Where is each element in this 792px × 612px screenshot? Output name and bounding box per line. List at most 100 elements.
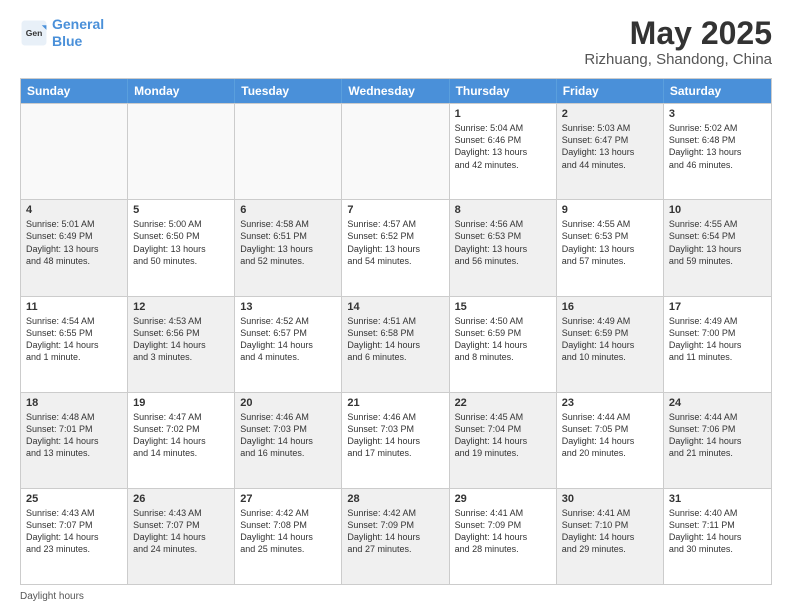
calendar-cell: 13Sunrise: 4:52 AM Sunset: 6:57 PM Dayli… <box>235 297 342 392</box>
calendar-week-2: 11 Sunrise: 4:54 AM Sunset: 6:55 PM Dayli… <box>21 296 771 392</box>
day-number: 16 <box>562 301 658 313</box>
cell-text: Sunrise: 4:46 AM Sunset: 7:03 PM Dayligh… <box>240 411 336 460</box>
day-number: 4 <box>26 204 122 216</box>
title-block: May 2025 Rizhuang, Shandong, China <box>584 16 772 68</box>
logo-line1: General <box>52 16 104 32</box>
calendar-cell: 28 Sunrise: 4:42 AM Sunset: 7:09 PM Dayli… <box>342 489 449 584</box>
calendar-cell: 23Sunrise: 4:44 AM Sunset: 7:05 PM Dayli… <box>557 393 664 488</box>
svg-text:Gen: Gen <box>26 28 43 38</box>
day-number: 15 <box>455 301 551 313</box>
calendar-header-cell-sunday: Sunday <box>21 79 128 103</box>
calendar-cell: 12 Sunrise: 4:53 AM Sunset: 6:56 PM Dayli… <box>128 297 235 392</box>
subtitle: Rizhuang, Shandong, China <box>584 51 772 68</box>
calendar: SundayMondayTuesdayWednesdayThursdayFrid… <box>20 78 772 585</box>
header: Gen General Blue May 2025 Rizhuang, Shan… <box>20 16 772 68</box>
calendar-cell: 29 Sunrise: 4:41 AM Sunset: 7:09 PM Dayli… <box>450 489 557 584</box>
day-number: 27 <box>240 493 336 505</box>
calendar-cell: 9Sunrise: 4:55 AM Sunset: 6:53 PM Daylig… <box>557 200 664 295</box>
day-number: 11 <box>26 301 122 313</box>
day-number: 6 <box>240 204 336 216</box>
cell-text: Sunrise: 4:45 AM Sunset: 7:04 PM Dayligh… <box>455 411 551 460</box>
calendar-cell: 27 Sunrise: 4:42 AM Sunset: 7:08 PM Dayli… <box>235 489 342 584</box>
calendar-body: 1 Sunrise: 5:04 AM Sunset: 6:46 PM Daylig… <box>21 103 771 584</box>
calendar-week-0: 1 Sunrise: 5:04 AM Sunset: 6:46 PM Daylig… <box>21 103 771 199</box>
footer: Daylight hours <box>20 591 772 602</box>
calendar-week-1: 4 Sunrise: 5:01 AM Sunset: 6:49 PM Daylig… <box>21 199 771 295</box>
cell-text: Sunrise: 5:04 AM Sunset: 6:46 PM Dayligh… <box>455 122 551 171</box>
calendar-cell: 3Sunrise: 5:02 AM Sunset: 6:48 PM Daylig… <box>664 104 771 199</box>
calendar-cell: 17Sunrise: 4:49 AM Sunset: 7:00 PM Dayli… <box>664 297 771 392</box>
day-number: 28 <box>347 493 443 505</box>
calendar-header-cell-thursday: Thursday <box>450 79 557 103</box>
calendar-cell: 10Sunrise: 4:55 AM Sunset: 6:54 PM Dayli… <box>664 200 771 295</box>
cell-text: Sunrise: 4:54 AM Sunset: 6:55 PM Dayligh… <box>26 315 122 364</box>
day-number: 18 <box>26 397 122 409</box>
cell-text: Sunrise: 4:52 AM Sunset: 6:57 PM Dayligh… <box>240 315 336 364</box>
cell-text: Sunrise: 4:55 AM Sunset: 6:54 PM Dayligh… <box>669 218 766 267</box>
calendar-cell: 8Sunrise: 4:56 AM Sunset: 6:53 PM Daylig… <box>450 200 557 295</box>
cell-text: Sunrise: 4:43 AM Sunset: 7:07 PM Dayligh… <box>133 507 229 556</box>
cell-text: Sunrise: 4:42 AM Sunset: 7:09 PM Dayligh… <box>347 507 443 556</box>
cell-text: Sunrise: 4:58 AM Sunset: 6:51 PM Dayligh… <box>240 218 336 267</box>
cell-text: Sunrise: 4:46 AM Sunset: 7:03 PM Dayligh… <box>347 411 443 460</box>
main-title: May 2025 <box>584 16 772 51</box>
day-number: 5 <box>133 204 229 216</box>
cell-text: Sunrise: 4:44 AM Sunset: 7:06 PM Dayligh… <box>669 411 766 460</box>
calendar-cell: 15 Sunrise: 4:50 AM Sunset: 6:59 PM Dayli… <box>450 297 557 392</box>
day-number: 26 <box>133 493 229 505</box>
cell-text: Sunrise: 5:00 AM Sunset: 6:50 PM Dayligh… <box>133 218 229 267</box>
calendar-cell: 22 Sunrise: 4:45 AM Sunset: 7:04 PM Dayli… <box>450 393 557 488</box>
calendar-cell <box>342 104 449 199</box>
day-number: 24 <box>669 397 766 409</box>
day-number: 21 <box>347 397 443 409</box>
calendar-cell: 19Sunrise: 4:47 AM Sunset: 7:02 PM Dayli… <box>128 393 235 488</box>
day-number: 8 <box>455 204 551 216</box>
cell-text: Sunrise: 4:55 AM Sunset: 6:53 PM Dayligh… <box>562 218 658 267</box>
cell-text: Sunrise: 4:51 AM Sunset: 6:58 PM Dayligh… <box>347 315 443 364</box>
cell-text: Sunrise: 4:47 AM Sunset: 7:02 PM Dayligh… <box>133 411 229 460</box>
calendar-cell: 26 Sunrise: 4:43 AM Sunset: 7:07 PM Dayli… <box>128 489 235 584</box>
day-number: 3 <box>669 108 766 120</box>
calendar-cell: 30 Sunrise: 4:41 AM Sunset: 7:10 PM Dayli… <box>557 489 664 584</box>
calendar-header-cell-saturday: Saturday <box>664 79 771 103</box>
day-number: 14 <box>347 301 443 313</box>
cell-text: Sunrise: 4:42 AM Sunset: 7:08 PM Dayligh… <box>240 507 336 556</box>
logo: Gen General Blue <box>20 16 104 50</box>
cell-text: Sunrise: 4:41 AM Sunset: 7:10 PM Dayligh… <box>562 507 658 556</box>
calendar-cell: 18 Sunrise: 4:48 AM Sunset: 7:01 PM Dayli… <box>21 393 128 488</box>
cell-text: Sunrise: 4:50 AM Sunset: 6:59 PM Dayligh… <box>455 315 551 364</box>
calendar-cell: 5 Sunrise: 5:00 AM Sunset: 6:50 PM Daylig… <box>128 200 235 295</box>
cell-text: Sunrise: 4:48 AM Sunset: 7:01 PM Dayligh… <box>26 411 122 460</box>
day-number: 12 <box>133 301 229 313</box>
calendar-cell: 20Sunrise: 4:46 AM Sunset: 7:03 PM Dayli… <box>235 393 342 488</box>
calendar-cell <box>235 104 342 199</box>
page: Gen General Blue May 2025 Rizhuang, Shan… <box>0 0 792 612</box>
day-number: 22 <box>455 397 551 409</box>
calendar-cell: 7 Sunrise: 4:57 AM Sunset: 6:52 PM Daylig… <box>342 200 449 295</box>
logo-line2: Blue <box>52 33 82 49</box>
calendar-cell: 4 Sunrise: 5:01 AM Sunset: 6:49 PM Daylig… <box>21 200 128 295</box>
day-number: 25 <box>26 493 122 505</box>
cell-text: Sunrise: 4:41 AM Sunset: 7:09 PM Dayligh… <box>455 507 551 556</box>
calendar-cell: 16 Sunrise: 4:49 AM Sunset: 6:59 PM Dayli… <box>557 297 664 392</box>
calendar-header-cell-monday: Monday <box>128 79 235 103</box>
calendar-week-3: 18 Sunrise: 4:48 AM Sunset: 7:01 PM Dayli… <box>21 392 771 488</box>
calendar-header-row: SundayMondayTuesdayWednesdayThursdayFrid… <box>21 79 771 103</box>
cell-text: Sunrise: 4:40 AM Sunset: 7:11 PM Dayligh… <box>669 507 766 556</box>
calendar-cell <box>21 104 128 199</box>
cell-text: Sunrise: 4:57 AM Sunset: 6:52 PM Dayligh… <box>347 218 443 267</box>
calendar-cell: 6 Sunrise: 4:58 AM Sunset: 6:51 PM Daylig… <box>235 200 342 295</box>
calendar-cell: 2Sunrise: 5:03 AM Sunset: 6:47 PM Daylig… <box>557 104 664 199</box>
day-number: 17 <box>669 301 766 313</box>
day-number: 31 <box>669 493 766 505</box>
day-number: 30 <box>562 493 658 505</box>
calendar-cell: 31 Sunrise: 4:40 AM Sunset: 7:11 PM Dayli… <box>664 489 771 584</box>
calendar-cell: 1 Sunrise: 5:04 AM Sunset: 6:46 PM Daylig… <box>450 104 557 199</box>
day-number: 29 <box>455 493 551 505</box>
cell-text: Sunrise: 5:01 AM Sunset: 6:49 PM Dayligh… <box>26 218 122 267</box>
day-number: 7 <box>347 204 443 216</box>
cell-text: Sunrise: 4:53 AM Sunset: 6:56 PM Dayligh… <box>133 315 229 364</box>
day-number: 1 <box>455 108 551 120</box>
cell-text: Sunrise: 4:49 AM Sunset: 6:59 PM Dayligh… <box>562 315 658 364</box>
calendar-header-cell-wednesday: Wednesday <box>342 79 449 103</box>
